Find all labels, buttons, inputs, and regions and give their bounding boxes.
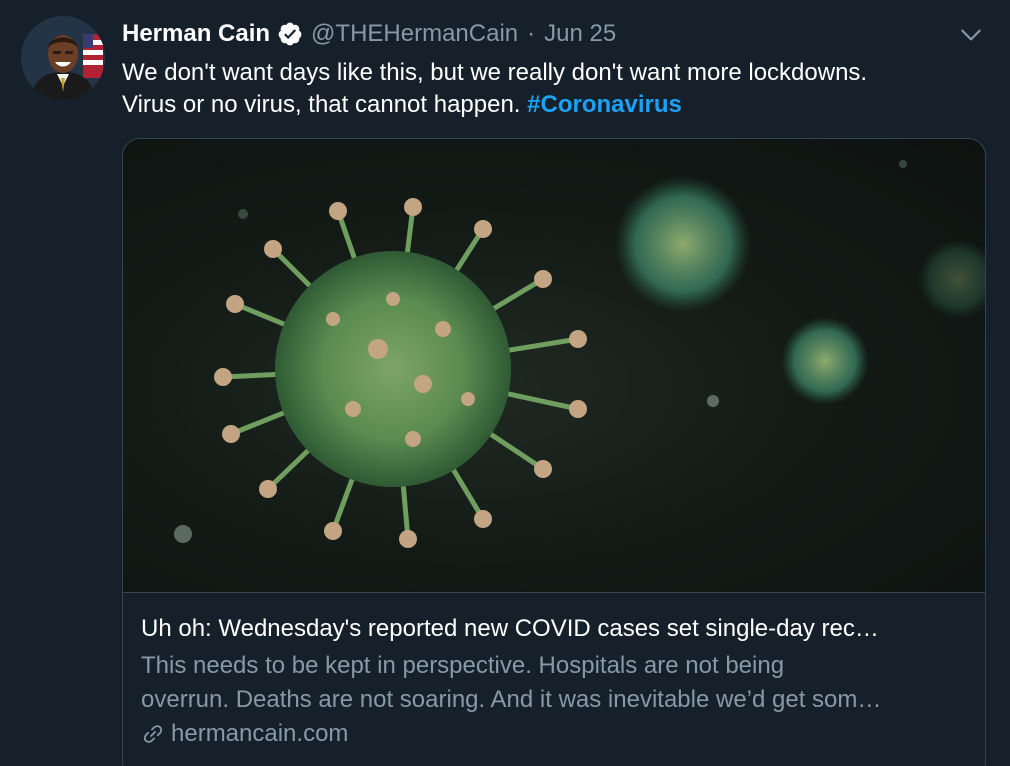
tweet-date[interactable]: Jun 25 <box>544 20 616 48</box>
card-description: This needs to be kept in perspective. Ho… <box>141 649 971 717</box>
chevron-down-icon[interactable] <box>958 22 984 48</box>
separator-dot: · <box>527 20 536 47</box>
tweet-text: We don't want days like this, but we rea… <box>122 57 992 121</box>
link-preview-card[interactable]: Uh oh: Wednesday's reported new COVID ca… <box>122 138 986 766</box>
hashtag-link[interactable]: #Coronavirus <box>527 91 682 118</box>
verified-badge-icon <box>277 21 303 47</box>
card-title[interactable]: Uh oh: Wednesday's reported new COVID ca… <box>141 613 971 645</box>
tweet-text-line-2-body: Virus or no virus, that cannot happen. <box>122 91 521 118</box>
tweet-header: Herman Cain @THEHermanCain · Jun 25 <box>122 16 616 52</box>
avatar[interactable] <box>21 16 105 100</box>
card-domain[interactable]: hermancain.com <box>141 717 348 751</box>
author-name[interactable]: Herman Cain <box>122 20 270 48</box>
tweet-text-line-2: Virus or no virus, that cannot happen. #… <box>122 89 992 121</box>
card-description-line-1: This needs to be kept in perspective. Ho… <box>141 652 785 679</box>
tweet[interactable]: Herman Cain @THEHermanCain · Jun 25 We d… <box>0 0 1010 766</box>
card-description-line-2: overrun. Deaths are not soaring. And it … <box>141 686 882 713</box>
coronavirus-illustration-icon <box>174 160 985 548</box>
author-handle[interactable]: @THEHermanCain <box>311 20 518 48</box>
profile-photo-icon <box>21 16 105 100</box>
link-icon <box>141 722 165 746</box>
tweet-text-line-1: We don't want days like this, but we rea… <box>122 59 868 86</box>
card-domain-text: hermancain.com <box>171 720 349 747</box>
card-image[interactable] <box>123 139 985 593</box>
